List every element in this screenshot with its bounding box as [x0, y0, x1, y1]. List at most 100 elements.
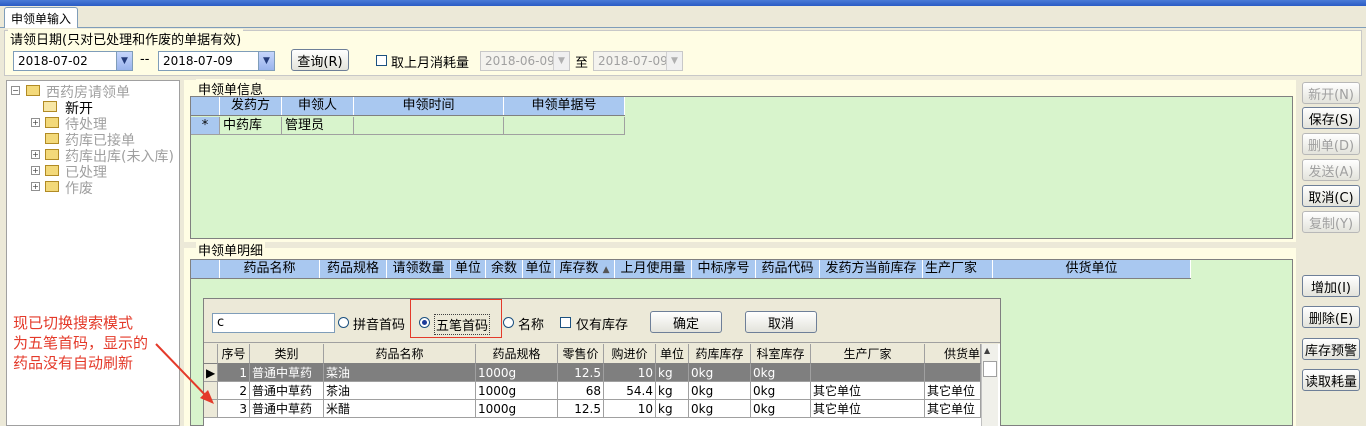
pcol-spec: 药品规格 [476, 344, 558, 364]
detail-col-stock: 库存数 ▲ [555, 260, 615, 278]
cell-unit[interactable]: kg [656, 382, 689, 400]
table-row[interactable]: ▶ 1 普通中草药 菜油 1000g 12.5 10 kg 0kg 0kg [204, 364, 981, 382]
cell-supplier[interactable]: 其它单位 [925, 382, 981, 400]
table-row[interactable]: * 中药库 管理员 [191, 117, 625, 136]
cell-seq[interactable]: 1 [218, 364, 250, 382]
delete-button[interactable]: 删除(E) [1302, 306, 1360, 328]
cell-supplier[interactable] [925, 364, 981, 382]
collapse-icon[interactable]: − [11, 86, 20, 95]
info-grid-header: 发药方 申领人 申领时间 申领单据号 [191, 97, 625, 116]
cell-dept-stock[interactable]: 0kg [751, 400, 811, 418]
pcol-purchase: 购进价 [604, 344, 656, 364]
cell-retail[interactable]: 12.5 [558, 364, 604, 382]
expand-icon[interactable]: + [31, 182, 40, 191]
expand-icon[interactable]: + [31, 150, 40, 159]
pcol-manufacturer: 生产厂家 [811, 344, 925, 364]
cell-category[interactable]: 普通中草药 [250, 400, 324, 418]
new-button[interactable]: 新开(N) [1302, 82, 1360, 104]
cell-seq[interactable]: 3 [218, 400, 250, 418]
cell-category[interactable]: 普通中草药 [250, 382, 324, 400]
chevron-down-icon[interactable]: ▼ [116, 52, 132, 70]
date-from-value: 2018-07-02 [18, 54, 88, 68]
tree-item-void[interactable]: 作废 [65, 178, 93, 198]
cell-unit[interactable]: kg [656, 400, 689, 418]
popup-scrollbar[interactable]: ▲ [981, 344, 998, 426]
pcol-unit: 单位 [656, 344, 689, 364]
annotation-line: 现已切换搜索模式 [13, 314, 134, 332]
popup-result-grid[interactable]: 序号 类别 药品名称 药品规格 零售价 购进价 单位 药库库存 科室库存 生产厂… [204, 344, 1000, 426]
cell-spec[interactable]: 1000g [476, 400, 558, 418]
detail-col-dispenser-stock: 发药方当前库存 [820, 260, 923, 278]
cell-retail[interactable]: 68 [558, 382, 604, 400]
cell-category[interactable]: 普通中草药 [250, 364, 324, 382]
cell-purchase[interactable]: 10 [604, 400, 656, 418]
popup-ok-button[interactable]: 确定 [650, 311, 722, 333]
last-month-checkbox[interactable] [376, 55, 387, 70]
delete-order-button[interactable]: 删单(D) [1302, 133, 1360, 155]
copy-button[interactable]: 复制(Y) [1302, 211, 1360, 233]
cell-spec[interactable]: 1000g [476, 364, 558, 382]
tab-apply-input[interactable]: 申领单输入 [4, 7, 79, 28]
cell-seq[interactable]: 2 [218, 382, 250, 400]
cell-unit[interactable]: kg [656, 364, 689, 382]
info-col-number: 申领单据号 [504, 97, 625, 115]
chevron-down-icon[interactable]: ▼ [258, 52, 274, 70]
cell-purchase[interactable]: 10 [604, 364, 656, 382]
scroll-thumb[interactable] [983, 361, 997, 377]
drug-search-input[interactable]: c [212, 313, 335, 333]
cell-dept-stock[interactable]: 0kg [751, 364, 811, 382]
save-button[interactable]: 保存(S) [1302, 107, 1360, 129]
cell-drug-name[interactable]: 米醋 [324, 400, 476, 418]
sort-asc-icon: ▲ [602, 265, 610, 275]
cell-supplier[interactable]: 其它单位 [925, 400, 981, 418]
date-filter-legend: 请领日期(只对已处理和作废的单据有效) [8, 29, 244, 48]
cell-dept-stock[interactable]: 0kg [751, 382, 811, 400]
row-marker: * [191, 117, 220, 135]
expand-icon[interactable]: + [31, 118, 40, 127]
info-cell-dispenser[interactable]: 中药库 [220, 117, 282, 135]
cell-spec[interactable]: 1000g [476, 382, 558, 400]
cell-purchase[interactable]: 54.4 [604, 382, 656, 400]
last-from-select[interactable]: 2018-06-09 ▼ [480, 51, 570, 71]
radio-name[interactable] [503, 317, 514, 332]
info-col-dispenser: 发药方 [220, 97, 282, 115]
table-row[interactable]: 3 普通中草药 米醋 1000g 12.5 10 kg 0kg 0kg 其它单位… [204, 400, 981, 418]
cell-store-stock[interactable]: 0kg [689, 382, 751, 400]
scroll-up-icon[interactable]: ▲ [984, 346, 990, 355]
popup-cancel-button[interactable]: 取消 [745, 311, 817, 333]
add-button[interactable]: 增加(I) [1302, 275, 1360, 297]
cell-manufacturer[interactable]: 其它单位 [811, 400, 925, 418]
cell-store-stock[interactable]: 0kg [689, 400, 751, 418]
detail-col-manufacturer: 生产厂家 [923, 260, 993, 278]
folder-open-icon [43, 101, 57, 112]
cancel-button[interactable]: 取消(C) [1302, 185, 1360, 207]
cell-drug-name[interactable]: 菜油 [324, 364, 476, 382]
stock-warning-button[interactable]: 库存预警 [1302, 338, 1360, 360]
cell-manufacturer[interactable]: 其它单位 [811, 382, 925, 400]
radio-wubi[interactable] [419, 317, 430, 332]
date-from-select[interactable]: 2018-07-02 ▼ [13, 51, 133, 71]
table-row[interactable]: 2 普通中草药 茶油 1000g 68 54.4 kg 0kg 0kg 其它单位… [204, 382, 981, 400]
detail-col-drug-code: 药品代码 [756, 260, 820, 278]
date-to-select[interactable]: 2018-07-09 ▼ [158, 51, 275, 71]
pcol-dept-stock: 科室库存 [751, 344, 811, 364]
query-button[interactable]: 查询(R) [291, 49, 349, 71]
info-cell-number[interactable] [504, 117, 625, 135]
detail-col-spec: 药品规格 [320, 260, 387, 278]
send-button[interactable]: 发送(A) [1302, 159, 1360, 181]
in-stock-checkbox[interactable] [560, 317, 571, 332]
cell-store-stock[interactable]: 0kg [689, 364, 751, 382]
detail-col-unit: 单位 [451, 260, 486, 278]
cell-manufacturer[interactable] [811, 364, 925, 382]
cell-drug-name[interactable]: 茶油 [324, 382, 476, 400]
last-to-select[interactable]: 2018-07-09 ▼ [593, 51, 683, 71]
expand-icon[interactable]: + [31, 166, 40, 175]
info-cell-time[interactable] [354, 117, 504, 135]
info-cell-applicant[interactable]: 管理员 [282, 117, 354, 135]
read-consumption-button[interactable]: 读取耗量 [1302, 369, 1360, 391]
detail-col-stock-label: 库存数 [559, 261, 599, 276]
info-grid[interactable]: 发药方 申领人 申领时间 申领单据号 * 中药库 管理员 [190, 96, 1293, 239]
cell-retail[interactable]: 12.5 [558, 400, 604, 418]
radio-pinyin[interactable] [338, 317, 349, 332]
detail-col-supplier: 供货单位 [993, 260, 1191, 278]
